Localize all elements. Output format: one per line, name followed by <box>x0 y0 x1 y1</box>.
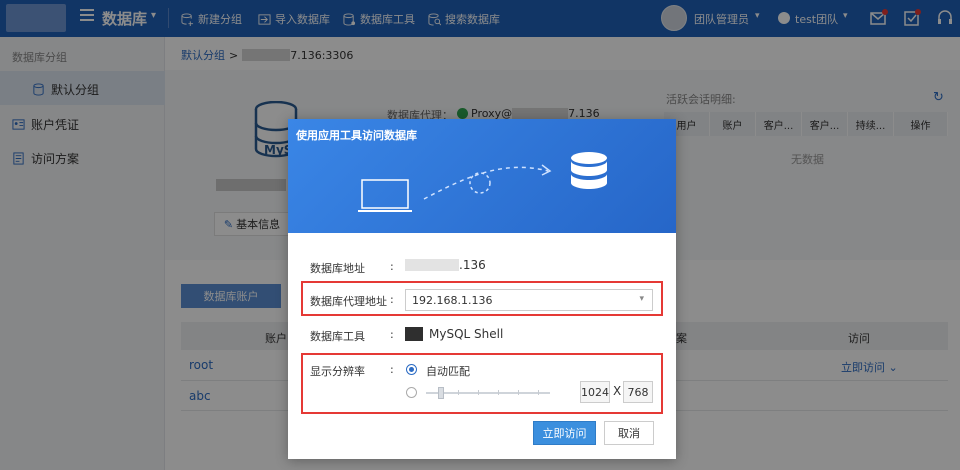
tool-name: MySQL Shell <box>429 327 504 341</box>
tool-label: 数据库工具 <box>310 330 365 343</box>
database-icon <box>571 152 607 189</box>
dialog-banner: 使用应用工具访问数据库 <box>288 119 676 233</box>
db-tool-value: MySQL Shell <box>405 327 503 341</box>
colon: : <box>390 328 394 341</box>
redacted-mask <box>405 259 459 271</box>
addr-label: 数据库地址 <box>310 262 365 275</box>
addr-suffix: .136 <box>459 258 486 272</box>
connection-arc <box>423 164 552 200</box>
dialog-title: 使用应用工具访问数据库 <box>296 129 417 142</box>
highlight-resolution <box>301 353 663 414</box>
colon: : <box>390 260 394 273</box>
access-now-button[interactable]: 立即访问 <box>533 421 596 445</box>
laptop-icon <box>358 179 412 212</box>
db-address-value: .136 <box>405 258 486 272</box>
highlight-proxy <box>301 281 663 316</box>
terminal-icon <box>405 327 423 341</box>
cancel-button[interactable]: 取消 <box>604 421 654 445</box>
